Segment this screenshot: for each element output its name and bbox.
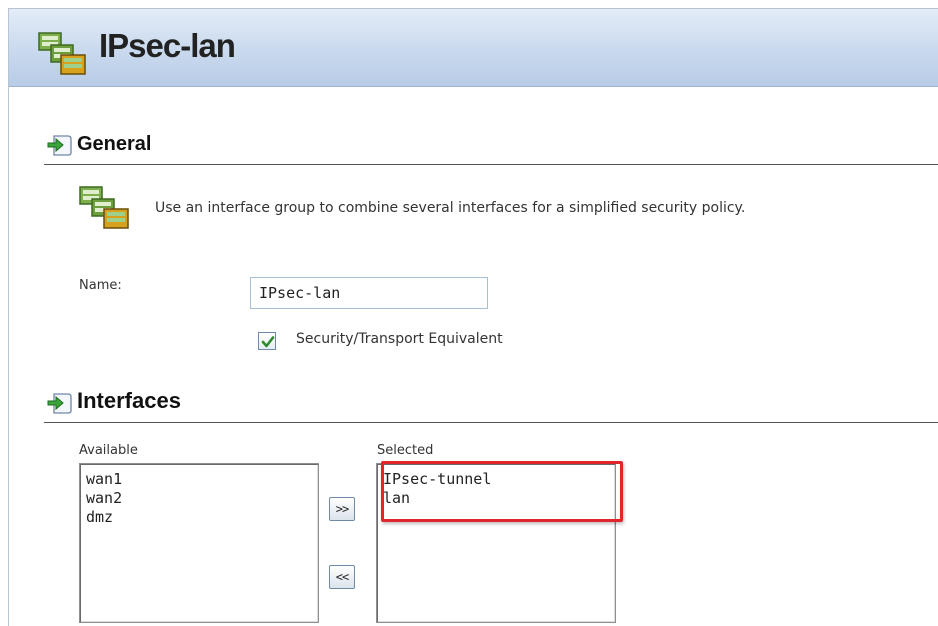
interface-group-icon <box>38 32 86 75</box>
interfaces-section-title: Interfaces <box>77 388 181 413</box>
add-interface-button[interactable]: >> <box>329 497 355 521</box>
security-transport-checkbox[interactable] <box>258 332 276 350</box>
selected-items-highlight <box>381 461 623 522</box>
general-description: Use an interface group to combine severa… <box>155 200 746 216</box>
section-divider <box>44 164 938 165</box>
page-title: IPsec-lan <box>99 27 236 64</box>
available-label: Available <box>79 443 138 458</box>
list-item[interactable]: wan2 <box>86 489 312 508</box>
list-item[interactable]: dmz <box>86 508 312 527</box>
remove-interface-button[interactable]: << <box>329 565 355 589</box>
name-label: Name: <box>79 278 122 293</box>
selected-label: Selected <box>377 443 434 458</box>
general-section-title: General <box>77 133 152 155</box>
name-input[interactable] <box>250 277 488 309</box>
section-divider <box>44 422 938 423</box>
green-arrow-section-icon <box>47 393 72 414</box>
title-bar: IPsec-lan <box>9 9 938 87</box>
security-transport-label[interactable]: Security/Transport Equivalent <box>296 331 503 347</box>
list-item[interactable]: wan1 <box>86 470 312 489</box>
interface-group-icon <box>79 186 129 229</box>
checkmark-icon <box>261 336 275 348</box>
available-listbox[interactable]: wan1 wan2 dmz <box>79 463 319 623</box>
green-arrow-section-icon <box>47 135 72 156</box>
